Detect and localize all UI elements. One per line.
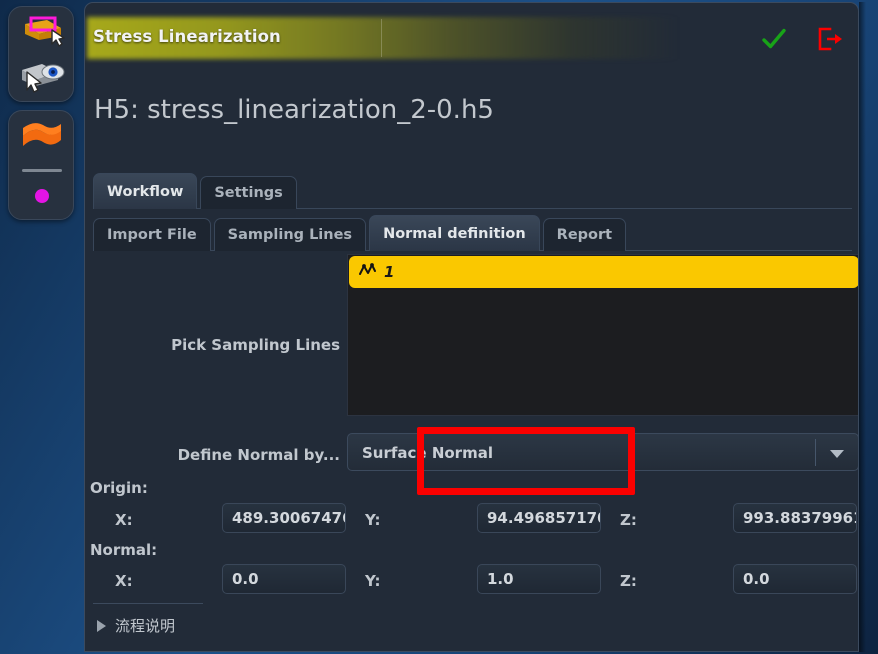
application-window: Stress Linearization H5: stress_lineariz… [0,0,878,654]
surface-icon[interactable] [17,119,67,159]
origin-z-field[interactable]: 993.88379961 [733,503,857,533]
list-item-label: 1 [384,263,395,281]
process-description-expander[interactable]: 流程说明 [97,615,175,636]
stress-linearization-dialog: Stress Linearization H5: stress_lineariz… [84,2,859,652]
pick-sampling-lines-label: Pick Sampling Lines [171,336,340,354]
origin-x-label: X: [115,511,133,529]
tab-settings-label: Settings [214,185,283,201]
secondary-tabs: Import File Sampling Lines Normal defini… [93,215,629,251]
tab-workflow[interactable]: Workflow [93,173,198,209]
origin-x-field[interactable]: 489.30067476 [222,503,346,533]
normal-x-label: X: [115,572,133,590]
normal-definition-panel: Pick Sampling Lines 1 Define Normal by..… [85,251,858,651]
display-toolbar [8,110,74,220]
normal-z-label: Z: [620,572,637,590]
tab-normal-definition-label: Normal definition [383,225,526,242]
hide-surface-icon[interactable] [15,55,69,99]
define-normal-label: Define Normal by... [177,446,340,464]
normal-y-field[interactable]: 1.0 [477,564,601,594]
polyline-icon [359,262,376,282]
chevron-down-icon[interactable] [830,450,844,458]
tab-import-file-label: Import File [107,227,197,243]
sampling-lines-listbox[interactable]: 1 [347,254,858,416]
footer-divider [93,603,203,604]
define-normal-select[interactable]: Surface Normal [347,433,858,471]
selection-toolbar [8,6,74,102]
dialog-title: Stress Linearization [93,27,281,46]
point-icon[interactable] [17,181,67,211]
page-title: H5: stress_linearization_2-0.h5 [94,95,494,125]
origin-z-label: Z: [620,511,637,529]
origin-y-field[interactable]: 94.496857170 [477,503,601,533]
exit-icon[interactable] [815,25,843,53]
title-divider [381,19,382,57]
tab-report-label: Report [556,227,613,243]
list-item[interactable]: 1 [349,256,858,288]
tab-settings[interactable]: Settings [200,176,297,209]
dialog-shadow [859,2,866,652]
normal-group-label: Normal: [90,541,158,559]
tab-report[interactable]: Report [542,218,627,251]
define-normal-selected-value: Surface Normal [362,444,493,462]
tab-import-file[interactable]: Import File [93,218,211,251]
tab-normal-definition[interactable]: Normal definition [369,215,540,251]
toolbar-divider [22,169,62,172]
select-divider [815,439,816,466]
primary-tabs: Workflow Settings [93,173,300,209]
checkmark-icon[interactable] [760,25,788,53]
normal-x-field[interactable]: 0.0 [222,564,346,594]
pick-surface-icon[interactable] [15,11,69,53]
process-description-label: 流程说明 [115,617,176,635]
normal-y-label: Y: [365,572,381,590]
chevron-right-icon [97,619,106,632]
dialog-titlebar: Stress Linearization [85,17,858,59]
origin-y-label: Y: [365,511,381,529]
tab-sampling-lines-label: Sampling Lines [227,227,353,243]
tab-sampling-lines[interactable]: Sampling Lines [213,218,367,251]
normal-z-field[interactable]: 0.0 [733,564,857,594]
origin-group-label: Origin: [90,479,148,497]
tab-workflow-label: Workflow [107,183,184,200]
